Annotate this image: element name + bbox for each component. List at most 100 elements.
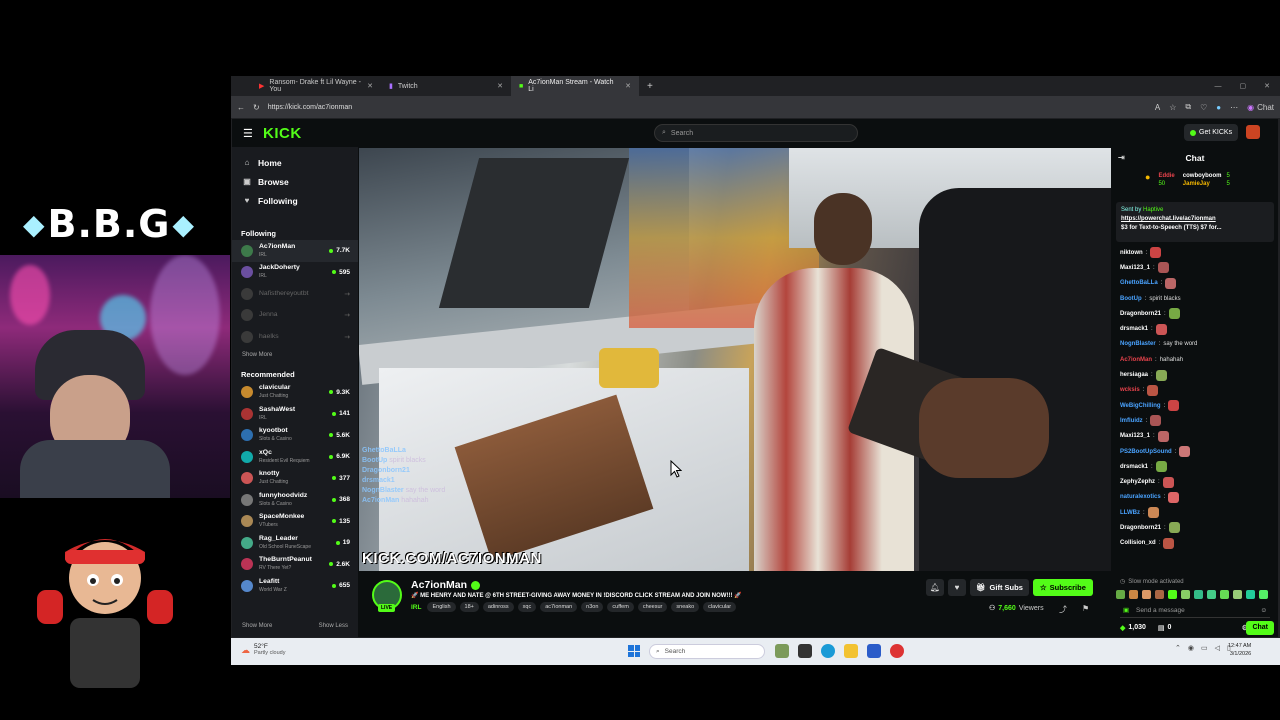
chat-username[interactable]: GhettoBaLLa <box>1120 280 1158 286</box>
new-tab-icon[interactable]: + <box>647 81 653 92</box>
chat-username[interactable]: NognBlaster <box>1120 341 1156 347</box>
chat-username[interactable]: drsmack1 <box>1120 464 1148 470</box>
chat-username[interactable]: LLWBz <box>1120 510 1140 516</box>
sidebar-item-browse[interactable]: ▣ Browse <box>232 172 358 191</box>
chat-message[interactable]: Imfluidz: <box>1120 413 1270 428</box>
chat-message[interactable]: NognBlaster: say the word <box>1120 337 1270 352</box>
chat-username[interactable]: Imfluidz <box>1120 418 1143 424</box>
chat-username[interactable]: Dragonborn21 <box>1120 525 1161 531</box>
chat-username[interactable]: hersiagaa <box>1120 372 1148 378</box>
sidebar-item-following[interactable]: ♥ Following <box>232 191 358 210</box>
tab-youtube[interactable]: ▶ Ransom- Drake ft Lil Wayne - You ✕ <box>251 76 381 96</box>
emote-icon[interactable] <box>1246 590 1255 599</box>
close-icon[interactable]: ✕ <box>367 82 373 90</box>
emote-icon[interactable] <box>1129 590 1138 599</box>
url-field[interactable]: https://kick.com/ac7ionman <box>268 100 1128 114</box>
sidebar-recommended-1[interactable]: SashaWest IRL 141 <box>232 403 358 425</box>
show-less-link[interactable]: Show Less <box>319 623 348 629</box>
chat-username[interactable]: niktown <box>1120 250 1143 256</box>
read-aloud-icon[interactable]: A <box>1155 103 1160 112</box>
stream-tag[interactable]: ac7ionman <box>540 602 578 612</box>
chat-message[interactable]: Ac7ionMan: hahahah <box>1120 352 1270 367</box>
sidebar-recommended-6[interactable]: SpaceMonkee VTubers 135 <box>232 511 358 533</box>
file-explorer-icon[interactable] <box>844 644 858 658</box>
chat-message[interactable]: drsmack1: <box>1120 321 1270 336</box>
channel-name[interactable]: Ac7ionMan <box>411 579 481 591</box>
stream-tag[interactable]: sneako <box>671 602 700 612</box>
sidebar-item-home[interactable]: ⌂ Home <box>232 153 358 172</box>
notifications-button[interactable]: 🔔︎ <box>926 579 944 596</box>
chat-message[interactable]: hersiagaa: <box>1120 367 1270 382</box>
start-button[interactable] <box>628 645 640 657</box>
close-icon[interactable]: ✕ <box>497 82 503 90</box>
sidebar-channel-1[interactable]: JackDoherty IRL 595 <box>232 262 358 284</box>
show-more-link[interactable]: Show More <box>232 348 358 362</box>
report-icon[interactable]: ⚑ <box>1082 604 1089 613</box>
gifter-2[interactable]: cowboyboom JamieJay 5 5 <box>1183 172 1230 198</box>
extensions-icon[interactable]: ⧉ <box>1185 102 1191 112</box>
stream-tag[interactable]: clavicular <box>703 602 737 612</box>
more-icon[interactable]: ⋯ <box>1230 103 1238 112</box>
chat-username[interactable]: Maxi123_1 <box>1120 433 1150 439</box>
emote-icon[interactable] <box>1233 590 1242 599</box>
copilot-chat-button[interactable]: ◉ Chat <box>1247 103 1274 112</box>
stream-category[interactable]: IRL <box>411 604 421 611</box>
chat-input[interactable]: ▣ Send a message ☺ <box>1120 603 1270 618</box>
chat-message[interactable]: naturalexotics: <box>1120 490 1270 505</box>
menu-icon[interactable]: ☰ <box>243 127 253 140</box>
video-player[interactable]: GhettoBaLLa BootUp spirit blacks Dragonbo… <box>359 148 1111 571</box>
pinned-message[interactable]: Sent by Haptive https://powerchat.live/a… <box>1116 202 1274 242</box>
maximize-icon[interactable]: ▢ <box>1240 82 1247 90</box>
sidebar-recommended-8[interactable]: TheBurntPeanut RV There Yet? 2.6K <box>232 554 358 576</box>
chat-username[interactable]: Ac7ionMan <box>1120 357 1152 363</box>
sidebar-channel-4[interactable]: haelks ⇢ <box>232 326 358 348</box>
back-icon[interactable]: ← <box>237 103 245 112</box>
weather-widget[interactable]: ☁ 52°F Partly cloudy <box>241 643 286 657</box>
chat-username[interactable]: PS2BootUpSound <box>1120 449 1172 455</box>
kick-logo[interactable]: KICK <box>263 125 302 142</box>
chat-message[interactable]: wcksis: <box>1120 383 1270 398</box>
widgets-icon[interactable] <box>775 644 789 658</box>
task-view-icon[interactable] <box>798 644 812 658</box>
volume-icon[interactable]: ◁ <box>1215 644 1220 652</box>
chat-message[interactable]: PS2BootUpSound: <box>1120 444 1270 459</box>
collections-icon[interactable]: ♡ <box>1200 103 1207 112</box>
share-icon[interactable]: ⤴ <box>1059 604 1067 615</box>
chat-message[interactable]: Maxi123_1: <box>1120 429 1270 444</box>
emote-icon[interactable] <box>1220 590 1229 599</box>
system-clock[interactable]: 12:47 AM 3/1/2026 <box>1228 642 1251 658</box>
chat-message[interactable]: Collision_xd: <box>1120 536 1270 551</box>
chat-message[interactable]: niktown: <box>1120 245 1270 260</box>
sidebar-recommended-2[interactable]: kyootbot Slots & Casino 5.6K <box>232 425 358 447</box>
follow-button[interactable]: ♥ <box>948 579 966 596</box>
emote-icon[interactable] <box>1194 590 1203 599</box>
send-chat-button[interactable]: Chat <box>1246 620 1274 635</box>
tab-kick[interactable]: ■ Ac7ionMan Stream - Watch Li ✕ <box>511 76 639 96</box>
emote-icon[interactable] <box>1207 590 1216 599</box>
stream-tag[interactable]: cheesur <box>637 602 668 612</box>
taskbar-search[interactable]: ⌕ Search <box>649 644 765 659</box>
close-icon[interactable]: ✕ <box>625 82 631 90</box>
chat-message[interactable]: WeBigChilling: <box>1120 398 1270 413</box>
chevron-up-icon[interactable]: ⌃ <box>1175 644 1181 652</box>
emote-icon[interactable] <box>1142 590 1151 599</box>
gift-subs-button[interactable]: 🎁︎ Gift Subs <box>970 579 1029 596</box>
sidebar-channel-0[interactable]: Ac7ionMan IRL 7.7K <box>232 240 358 262</box>
subscribe-button[interactable]: ☆ Subscribe <box>1032 579 1093 596</box>
chat-username[interactable]: Dragonborn21 <box>1120 311 1161 317</box>
stream-tag[interactable]: xqc <box>517 602 537 612</box>
emote-icon[interactable] <box>1181 590 1190 599</box>
show-more-link[interactable]: Show More <box>242 623 272 629</box>
stream-tag[interactable]: cuffem <box>607 602 634 612</box>
emoji-icon[interactable]: ▣ <box>1123 606 1129 614</box>
window-close-icon[interactable]: ✕ <box>1264 82 1270 90</box>
chat-username[interactable]: Maxi123_1 <box>1120 265 1150 271</box>
chat-username[interactable]: BootUp <box>1120 296 1142 302</box>
app-icon[interactable] <box>890 644 904 658</box>
gifter-1[interactable]: Eddie 50 <box>1158 172 1174 198</box>
chat-username[interactable]: Collision_xd <box>1120 540 1156 546</box>
chat-message[interactable]: drsmack1: <box>1120 459 1270 474</box>
emote-icon[interactable] <box>1259 590 1268 599</box>
collapse-chat-icon[interactable]: ⇥ <box>1118 153 1125 162</box>
chat-username[interactable]: naturalexotics <box>1120 494 1161 500</box>
